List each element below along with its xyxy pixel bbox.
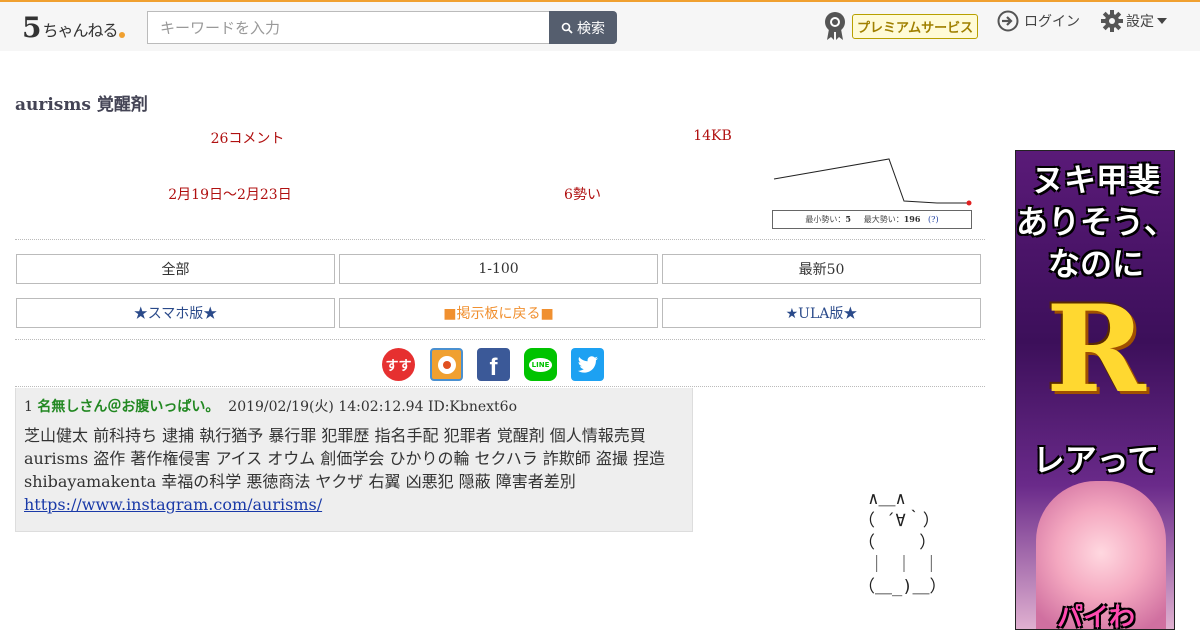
sumaho-share-icon[interactable]: すす — [382, 348, 415, 381]
twitter-bird-icon — [577, 355, 598, 373]
premium-service[interactable]: プレミアムサービス — [822, 11, 979, 41]
post-id[interactable]: ID:Kbnext6o — [428, 399, 517, 415]
post-author: 名無しさん＠お腹いっぱい。 — [37, 399, 220, 415]
post-body-line: 芝山健太 前科持ち 逮捕 執行猶予 暴行罪 犯罪歴 指名手配 犯罪者 覚醒剤 個… — [24, 426, 646, 445]
line-icon[interactable]: LINE — [524, 348, 557, 381]
post-link[interactable]: https://www.instagram.com/aurisms/ — [24, 495, 322, 514]
legend-min-label: 最小勢い： — [805, 215, 846, 224]
sumaho-share-label: すす — [385, 359, 412, 374]
momentum-graph — [772, 156, 972, 206]
smartphone-version-button[interactable]: ★スマホ版★ — [16, 298, 335, 328]
nav-all-button[interactable]: 全部 — [16, 254, 335, 284]
search-button-label: 検索 — [577, 20, 605, 37]
legend-help-link[interactable]: (?) — [928, 215, 939, 224]
line-label: LINE — [528, 357, 553, 372]
post-datetime: 2019/02/19(火) 14:02:12.94 — [228, 399, 424, 415]
search-icon — [561, 22, 573, 34]
post-body: 芝山健太 前科持ち 逮捕 執行猶予 暴行罪 犯罪歴 指名手配 犯罪者 覚醒剤 個… — [24, 424, 689, 516]
nav-range-button[interactable]: 1-100 — [339, 254, 658, 284]
ad-text-line: パイわ — [1056, 603, 1135, 630]
legend-max-label: 最大勢い： — [863, 215, 904, 224]
bookmark-glyph-icon — [437, 355, 456, 374]
post-number[interactable]: 1 — [24, 399, 33, 415]
search-input[interactable] — [147, 11, 549, 44]
ad-banner[interactable]: ヌキ甲斐 ありそう、 なのに R レアって パイわ — [1015, 150, 1175, 630]
legend-max-value: 196 — [903, 214, 921, 224]
search-form: 検索 — [147, 11, 617, 44]
graph-legend: 最小勢い：5 最大勢い：196 (?) — [772, 210, 972, 229]
facebook-label: f — [489, 353, 498, 381]
divider — [15, 339, 985, 340]
award-medal-icon — [825, 12, 845, 40]
gear-icon — [1101, 10, 1123, 32]
top-bar: 5 ちゃんねる 検索 プレミアムサービス ログイン — [0, 0, 1200, 51]
search-button[interactable]: 検索 — [549, 11, 617, 44]
bookmark-icon[interactable] — [430, 348, 463, 381]
post-header: 1 名無しさん＠お腹いっぱい。 2019/02/19(火) 14:02:12.9… — [24, 396, 517, 416]
settings-label: 設定 — [1126, 14, 1154, 30]
logo-number: 5 — [22, 11, 42, 44]
post-body-line: aurisms 盗作 著作権侵害 アイス オウム 創価学会 ひかりの輪 セクハラ… — [24, 449, 665, 468]
back-to-board-button[interactable]: ■掲示板に戻る■ — [339, 298, 658, 328]
divider — [15, 239, 985, 240]
thread-title: aurisms 覚醒剤 — [15, 95, 148, 115]
login-icon — [997, 10, 1019, 32]
ad-big-letter: R — [1046, 279, 1146, 420]
login-label: ログイン — [1024, 14, 1080, 30]
settings-menu[interactable]: 設定 — [1101, 10, 1167, 32]
ad-text-line: ありそう、 — [1016, 203, 1175, 241]
login-link[interactable]: ログイン — [997, 10, 1080, 32]
premium-label: プレミアムサービス — [852, 13, 979, 39]
ula-version-button[interactable]: ★ULA版★ — [662, 298, 981, 328]
post: 1 名無しさん＠お腹いっぱい。 2019/02/19(火) 14:02:12.9… — [15, 388, 693, 532]
thread-size: 14KB — [693, 128, 732, 144]
ascii-art-cat: ∧＿∧ （ ´∀｀） （ ） ｜ ｜ ｜ （＿_)＿） — [858, 489, 947, 597]
facebook-icon[interactable]: f — [477, 348, 510, 381]
ad-text-line: ヌキ甲斐 — [1031, 161, 1160, 199]
divider — [15, 386, 985, 387]
graph-current-point — [966, 200, 972, 206]
logo-text: ちゃんねる — [42, 21, 118, 40]
thread-momentum: 6勢い — [564, 187, 601, 203]
site-logo[interactable]: 5 ちゃんねる — [22, 12, 125, 42]
legend-min-value: 5 — [845, 214, 851, 224]
post-body-line: shibayamakenta 幸福の科学 悪徳商法 ヤクザ 右翼 凶悪犯 隠蔽 … — [24, 472, 576, 491]
comment-count: 26コメント — [210, 131, 285, 147]
twitter-icon[interactable] — [571, 348, 604, 381]
logo-dot-icon — [118, 32, 125, 38]
nav-latest-button[interactable]: 最新50 — [662, 254, 981, 284]
caret-down-icon — [1157, 18, 1167, 24]
ad-text-line: レアって — [1032, 441, 1160, 479]
